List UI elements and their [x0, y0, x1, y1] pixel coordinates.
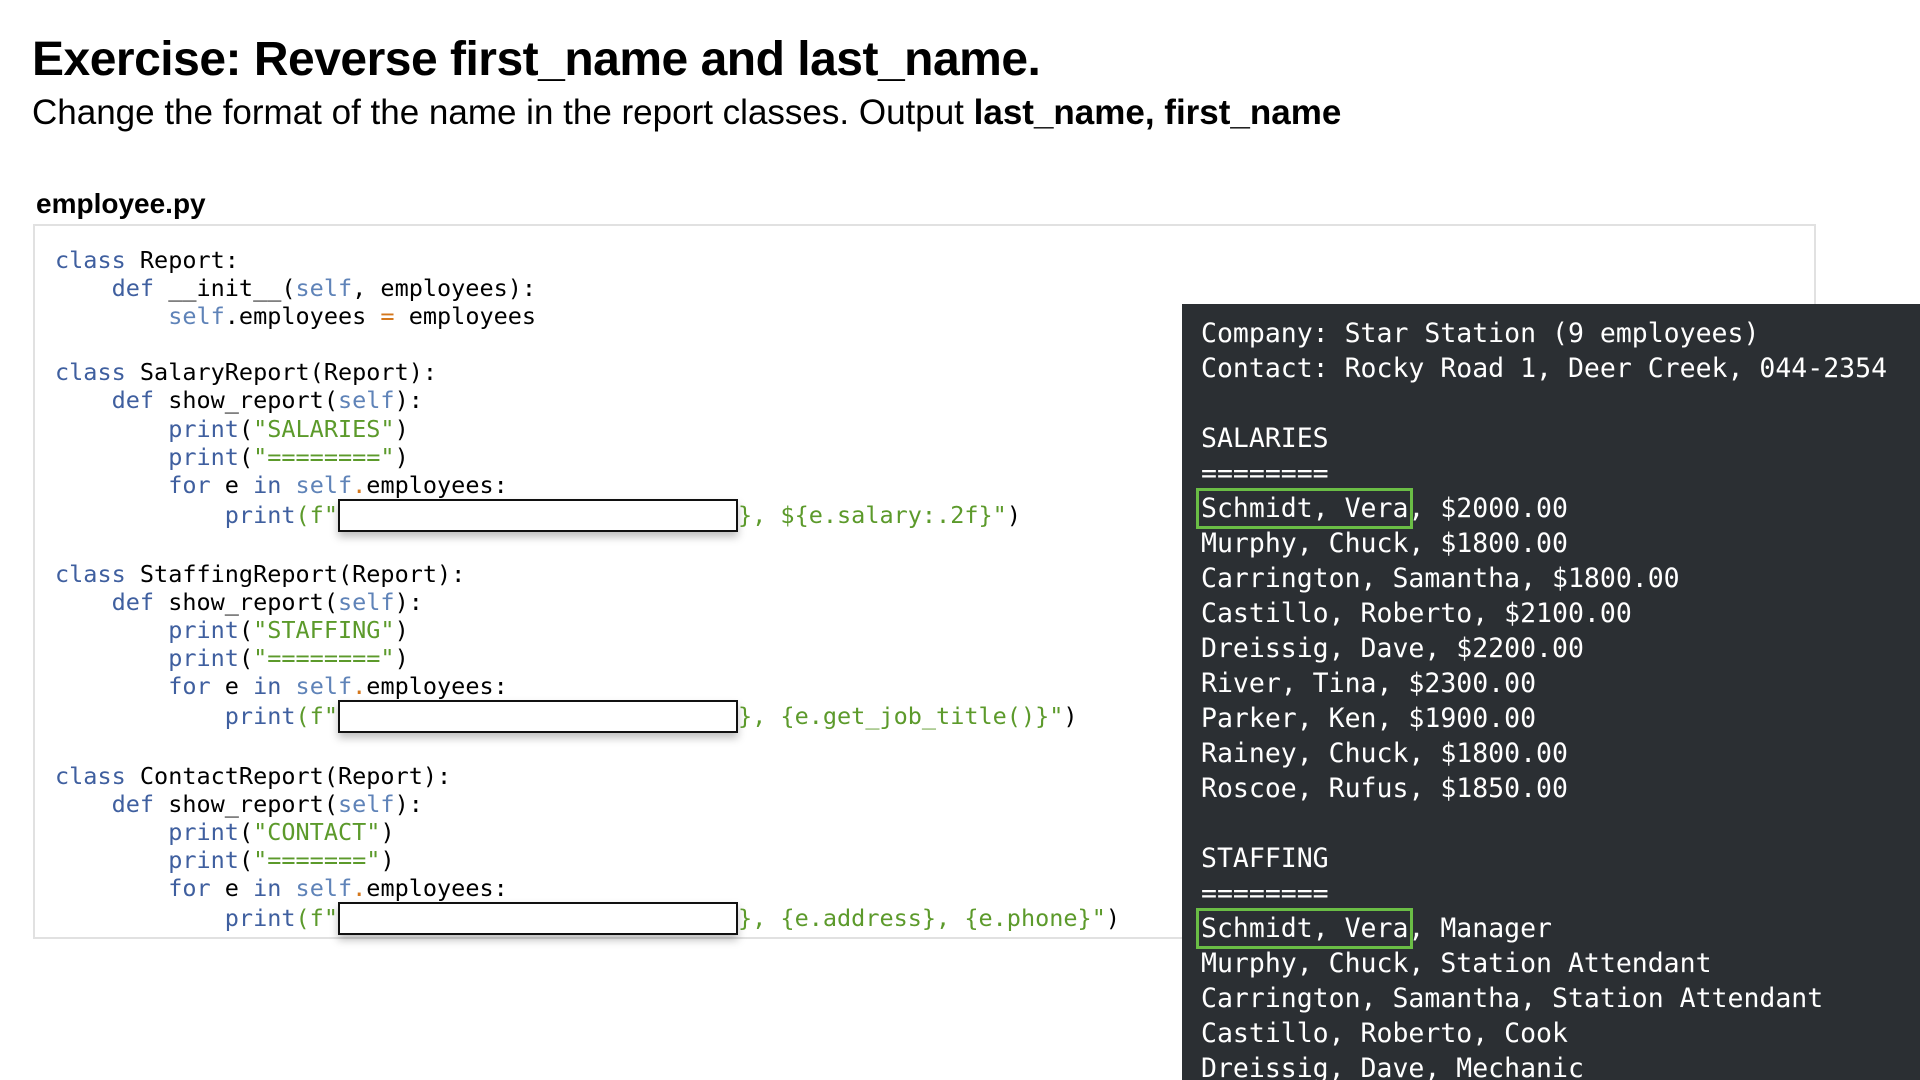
- code-string: "========": [253, 442, 395, 471]
- code-keyword: in: [253, 470, 282, 499]
- terminal-output-panel: Company: Star Station (9 employees) Cont…: [1182, 304, 1920, 1080]
- code-text: show_report(: [154, 789, 338, 818]
- code-listing: class Report: def __init__(self, employe…: [55, 246, 1120, 935]
- salary-row: Rainey, Chuck, $1800.00: [1201, 738, 1568, 769]
- code-text: employees: [394, 302, 537, 331]
- contact-name-blank-input[interactable]: [337, 901, 738, 935]
- code-self: self: [337, 789, 395, 818]
- code-string: "=======": [253, 845, 381, 874]
- code-text: e: [210, 672, 254, 701]
- code-text: show_report(: [154, 386, 338, 415]
- code-string: "CONTACT": [253, 817, 381, 846]
- code-keyword: for: [168, 873, 211, 902]
- code-string: "========": [253, 644, 395, 673]
- contact-line: Contact: Rocky Road 1, Deer Creek, 044-2…: [1201, 353, 1888, 384]
- staffing-row: Dreissig, Dave, Mechanic: [1201, 1053, 1584, 1080]
- salaries-separator: ========: [1201, 458, 1329, 489]
- code-keyword: class: [55, 761, 126, 790]
- slide: Exercise: Reverse first_name and last_na…: [0, 0, 1920, 1080]
- code-function: print: [168, 442, 239, 471]
- terminal-output: Company: Star Station (9 employees) Cont…: [1195, 316, 1888, 1080]
- file-name-label: employee.py: [36, 188, 206, 219]
- code-function: print: [168, 616, 239, 645]
- salary-row: River, Tina, $2300.00: [1201, 668, 1537, 699]
- code-self: self: [295, 873, 353, 902]
- code-text: , employees):: [352, 274, 537, 303]
- code-keyword: class: [55, 559, 126, 588]
- salaries-highlighted-name: Schmidt, Vera: [1195, 488, 1414, 529]
- code-text: SalaryReport(Report):: [125, 358, 438, 387]
- code-string: }, ${e.salary:.2f}": [737, 500, 1007, 529]
- code-text: e: [210, 470, 254, 499]
- code-string: "STAFFING": [253, 616, 395, 645]
- code-text: ):: [394, 386, 423, 415]
- code-string: }, {e.address}, {e.phone}": [737, 903, 1106, 932]
- staffing-highlighted-name: Schmidt, Vera: [1195, 908, 1414, 949]
- code-keyword: in: [253, 873, 282, 902]
- instructions-format: last_name, first_name: [973, 93, 1342, 132]
- code-keyword: def: [111, 386, 155, 415]
- code-function: print: [224, 903, 296, 932]
- salaries-header: SALARIES: [1201, 423, 1329, 454]
- code-operator: =: [380, 302, 395, 331]
- code-text: show_report(: [154, 588, 338, 617]
- code-keyword: class: [55, 358, 126, 387]
- code-keyword: class: [55, 246, 126, 274]
- code-function: print: [168, 414, 239, 443]
- code-keyword: in: [253, 672, 282, 701]
- code-text: Report:: [125, 246, 239, 274]
- staffing-header: STAFFING: [1201, 843, 1329, 874]
- code-fstring-open: (f": [295, 903, 338, 932]
- code-self: self: [337, 386, 395, 415]
- instructions-text: Change the format of the name in the rep…: [32, 93, 974, 132]
- code-text: ContactReport(Report):: [125, 761, 452, 790]
- code-function: print: [168, 817, 239, 846]
- code-self: self: [295, 672, 353, 701]
- code-string: }, {e.get_job_title()}": [737, 702, 1064, 731]
- code-text: employees:: [366, 873, 508, 902]
- code-text: e: [210, 873, 254, 902]
- code-text: employees:: [366, 672, 508, 701]
- code-text: __init__(: [154, 274, 296, 303]
- code-keyword: def: [111, 789, 155, 818]
- code-text: StaffingReport(Report):: [125, 559, 466, 588]
- code-function: print: [168, 644, 239, 673]
- code-function: print: [168, 845, 239, 874]
- code-self: self: [337, 588, 395, 617]
- code-function: print: [224, 500, 296, 529]
- code-string: "SALARIES": [253, 414, 395, 443]
- salary-name-blank-input[interactable]: [337, 498, 738, 532]
- code-text: .employees: [224, 302, 381, 331]
- code-keyword: def: [111, 588, 155, 617]
- salary-row: Parker, Ken, $1900.00: [1201, 703, 1537, 734]
- code-self: self: [295, 470, 353, 499]
- code-keyword: def: [111, 274, 155, 303]
- code-text: ):: [394, 789, 423, 818]
- salary-row: Castillo, Roberto, $2100.00: [1201, 598, 1632, 629]
- salaries-first-rest: , $2000.00: [1408, 493, 1568, 524]
- company-line: Company: Star Station (9 employees): [1201, 318, 1760, 349]
- staffing-row: Castillo, Roberto, Cook: [1201, 1018, 1568, 1049]
- staffing-first-rest: , Manager: [1408, 913, 1553, 944]
- salary-row: Dreissig, Dave, $2200.00: [1201, 633, 1584, 664]
- staffing-row: Carrington, Samantha, Station Attendant: [1201, 983, 1824, 1014]
- staffing-row: Murphy, Chuck, Station Attendant: [1201, 948, 1712, 979]
- code-self: self: [168, 302, 225, 331]
- code-self: self: [295, 274, 353, 303]
- code-fstring-open: (f": [295, 500, 338, 529]
- code-text: ):: [394, 588, 423, 617]
- code-keyword: for: [168, 672, 211, 701]
- staffing-separator: ========: [1201, 878, 1329, 909]
- salary-row: Roscoe, Rufus, $1850.00: [1201, 773, 1568, 804]
- code-fstring-open: (f": [295, 702, 338, 731]
- salary-row: Murphy, Chuck, $1800.00: [1201, 528, 1568, 559]
- exercise-instructions: Change the format of the name in the rep…: [32, 93, 1341, 133]
- staffing-name-blank-input[interactable]: [337, 700, 738, 734]
- salary-row: Carrington, Samantha, $1800.00: [1201, 563, 1680, 594]
- code-keyword: for: [168, 470, 211, 499]
- code-text: employees:: [366, 470, 508, 499]
- page-title: Exercise: Reverse first_name and last_na…: [32, 33, 1041, 86]
- code-function: print: [224, 702, 296, 731]
